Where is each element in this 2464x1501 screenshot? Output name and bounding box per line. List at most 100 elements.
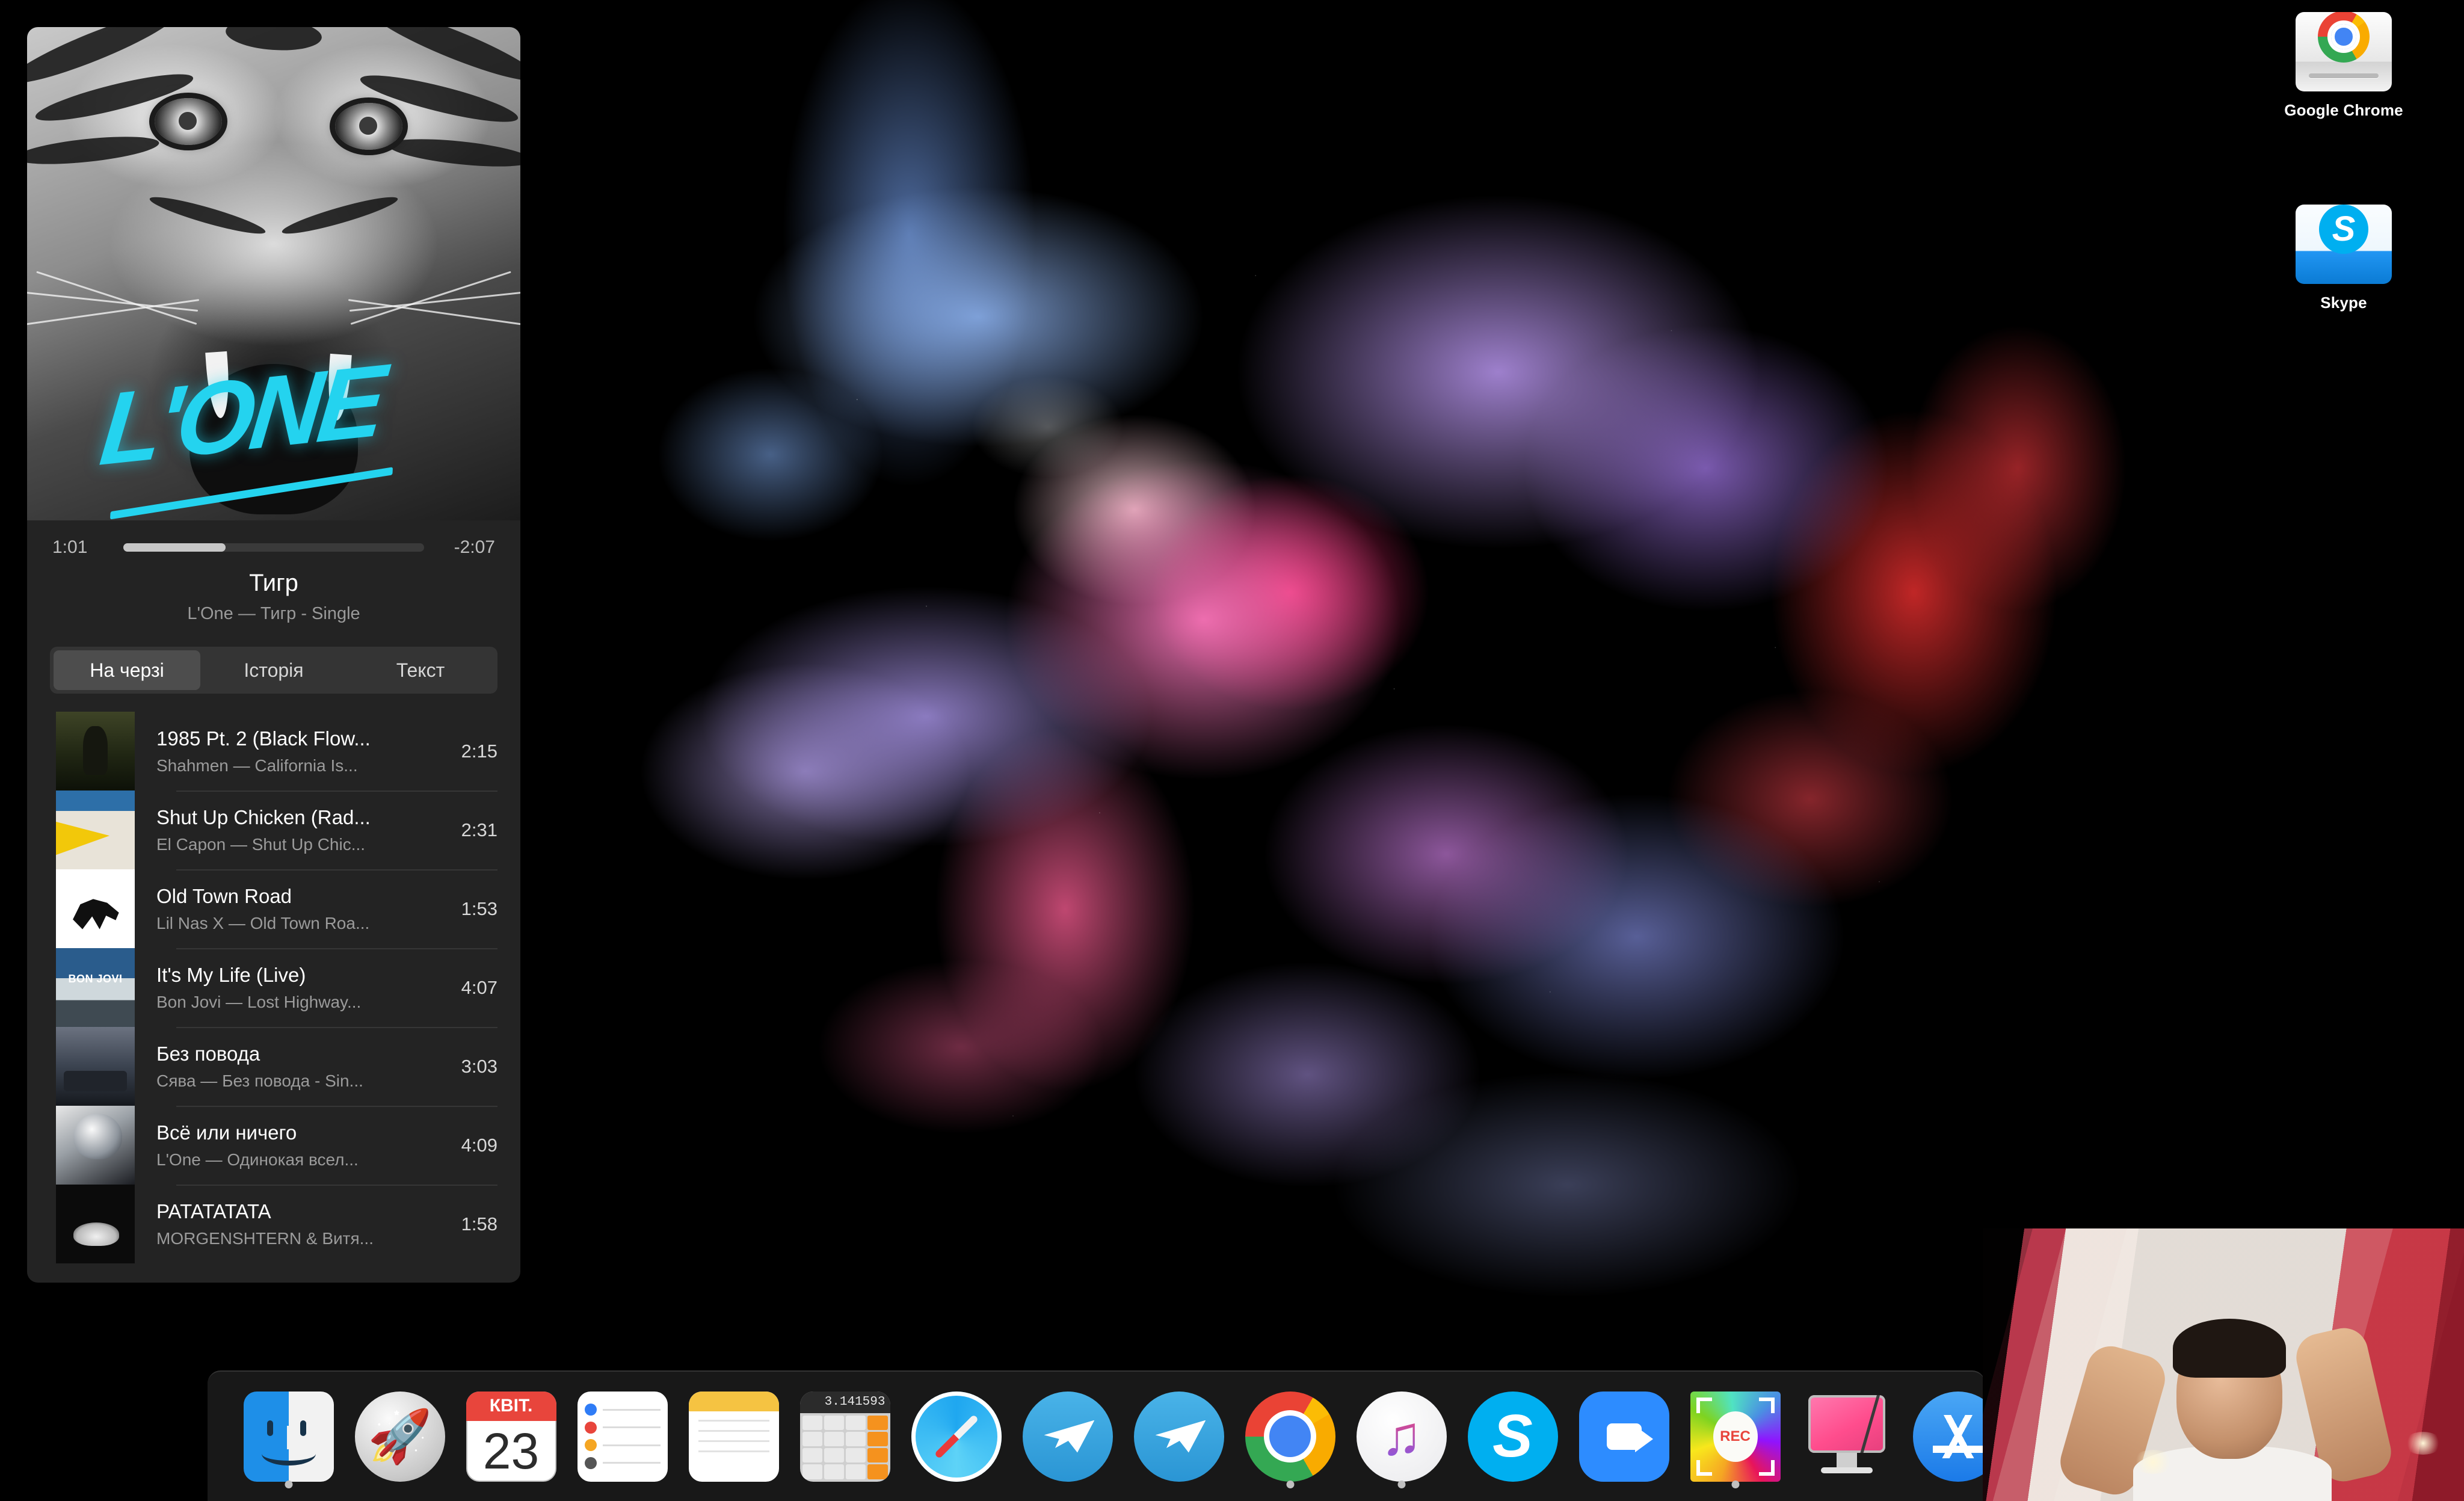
running-indicator xyxy=(1286,1481,1294,1488)
song-artist-album: L'One — Тигр - Single xyxy=(45,604,502,624)
playback-scrubber[interactable] xyxy=(123,543,424,552)
chrome-logo-icon xyxy=(2318,12,2370,63)
calendar-day: 23 xyxy=(466,1421,556,1482)
tiger-eye-left-icon xyxy=(155,98,222,145)
dock-item-itunes[interactable]: ♫ xyxy=(1346,1381,1457,1492)
running-indicator xyxy=(285,1481,292,1488)
telegram-icon xyxy=(1023,1392,1113,1482)
album-thumbnail xyxy=(56,869,135,948)
skype-drive-icon: S xyxy=(2296,205,2392,284)
track-row[interactable]: Всё или ничего L'One — Одинокая всел... … xyxy=(27,1106,520,1185)
album-thumbnail xyxy=(56,712,135,791)
webcam-overlay[interactable] xyxy=(1983,1228,2464,1501)
skype-logo-icon: S xyxy=(2319,205,2368,254)
elapsed-time: 1:01 xyxy=(52,537,108,558)
track-artist-album: Bon Jovi — Lost Highway... xyxy=(156,993,446,1012)
desktop-icon-label: Skype xyxy=(2253,294,2434,312)
album-thumbnail xyxy=(56,1027,135,1106)
track-title: Shut Up Chicken (Rad... xyxy=(156,806,446,829)
webcam-light-glare-left xyxy=(2132,1450,2174,1474)
webcam-hair xyxy=(2173,1319,2286,1378)
calendar-month: КВІТ. xyxy=(466,1392,556,1422)
notes-icon xyxy=(689,1392,779,1482)
album-thumbnail xyxy=(56,948,135,1027)
dock-item-reminders[interactable] xyxy=(567,1381,678,1492)
tab-lyrics[interactable]: Текст xyxy=(347,650,494,690)
calculator-display: 3.141593 xyxy=(800,1392,890,1413)
track-row[interactable]: 1985 Pt. 2 (Black Flow... Shahmen — Cali… xyxy=(27,712,520,791)
track-duration: 1:58 xyxy=(446,1213,497,1235)
itunes-miniplayer-window[interactable]: L'ONE 1:01 -2:07 Тигр L'One — Тигр - Sin… xyxy=(27,27,520,1283)
webcam-light-glare-right xyxy=(2404,1432,2442,1455)
track-duration: 4:09 xyxy=(446,1135,497,1156)
dock-item-calculator[interactable]: 3.141593 xyxy=(789,1381,901,1492)
track-row[interactable]: Без повода Сява — Без повода - Sin... 3:… xyxy=(27,1027,520,1106)
track-title: PATATATATA xyxy=(156,1200,446,1223)
display-monitor-icon xyxy=(1802,1392,1892,1482)
track-duration: 1:53 xyxy=(446,898,497,920)
calculator-icon: 3.141593 xyxy=(800,1392,890,1482)
reminders-icon xyxy=(578,1392,668,1482)
track-duration: 4:07 xyxy=(446,977,497,999)
track-title: 1985 Pt. 2 (Black Flow... xyxy=(156,727,446,750)
desktop-icon-label: Google Chrome xyxy=(2253,101,2434,120)
chrome-icon xyxy=(1245,1392,1335,1482)
dock-item-telegram[interactable] xyxy=(1012,1381,1123,1492)
song-title: Тигр xyxy=(45,570,502,597)
dock-item-telegram-desktop[interactable] xyxy=(1123,1381,1234,1492)
rec-badge: REC xyxy=(1713,1411,1758,1462)
track-artist-album: El Capon — Shut Up Chic... xyxy=(156,835,446,854)
up-next-track-list[interactable]: 1985 Pt. 2 (Black Flow... Shahmen — Cali… xyxy=(27,712,520,1263)
telegram-desktop-icon xyxy=(1134,1392,1224,1482)
track-row[interactable]: Shut Up Chicken (Rad... El Capon — Shut … xyxy=(27,791,520,869)
dock-item-finder[interactable] xyxy=(233,1381,344,1492)
desktop: Google Chrome S Skype xyxy=(0,0,2464,1501)
lone-logo: L'ONE xyxy=(93,337,431,511)
dock-item-display[interactable] xyxy=(1791,1381,1902,1492)
running-indicator xyxy=(1397,1481,1405,1488)
dock-item-safari[interactable] xyxy=(901,1381,1012,1492)
track-artist-album: Сява — Без повода - Sin... xyxy=(156,1071,446,1091)
lone-logo-text: L'ONE xyxy=(95,343,386,487)
finder-icon xyxy=(244,1392,334,1482)
dock-item-zoom[interactable] xyxy=(1568,1381,1680,1492)
dock-item-skype[interactable]: S xyxy=(1457,1381,1568,1492)
dock-item-calendar[interactable]: КВІТ. 23 xyxy=(455,1381,567,1492)
track-artist-album: MORGENSHTERN & Витя... xyxy=(156,1229,446,1248)
tab-history[interactable]: Історія xyxy=(200,650,347,690)
track-duration: 3:03 xyxy=(446,1056,497,1077)
dock-item-notes[interactable] xyxy=(678,1381,789,1492)
dock-item-screen-recorder[interactable]: REC xyxy=(1680,1381,1791,1492)
dock[interactable]: 🚀 КВІТ. 23 3.141593 xyxy=(208,1370,1985,1501)
dock-item-launchpad[interactable]: 🚀 xyxy=(344,1381,455,1492)
track-artist-album: Shahmen — California Is... xyxy=(156,756,446,775)
dock-item-google-chrome[interactable] xyxy=(1234,1381,1346,1492)
track-row[interactable]: Old Town Road Lil Nas X — Old Town Roa..… xyxy=(27,869,520,948)
chrome-drive-icon xyxy=(2296,12,2392,91)
track-title: It's My Life (Live) xyxy=(156,964,446,987)
running-indicator xyxy=(1731,1481,1739,1488)
playback-progress-fill xyxy=(123,543,226,552)
skype-icon: S xyxy=(1468,1392,1558,1482)
remaining-time: -2:07 xyxy=(440,537,495,558)
track-duration: 2:31 xyxy=(446,819,497,841)
track-artist-album: L'One — Одинокая всел... xyxy=(156,1150,446,1170)
track-duration: 2:15 xyxy=(446,741,497,762)
album-thumbnail xyxy=(56,791,135,869)
desktop-wallpaper xyxy=(493,0,2226,1378)
tab-up-next[interactable]: На черзі xyxy=(54,650,200,690)
calendar-icon: КВІТ. 23 xyxy=(466,1392,556,1482)
itunes-music-note-icon: ♫ xyxy=(1357,1392,1447,1482)
album-artwork[interactable]: L'ONE xyxy=(27,27,520,520)
screen-recorder-icon: REC xyxy=(1690,1392,1781,1482)
desktop-icon-skype[interactable]: S Skype xyxy=(2253,205,2434,312)
album-thumbnail xyxy=(56,1185,135,1263)
track-title: Всё или ничего xyxy=(156,1121,446,1144)
now-playing-info: Тигр L'One — Тигр - Single xyxy=(27,561,520,624)
track-title: Old Town Road xyxy=(156,885,446,908)
track-row[interactable]: PATATATATA MORGENSHTERN & Витя... 1:58 xyxy=(27,1185,520,1263)
track-row[interactable]: It's My Life (Live) Bon Jovi — Lost High… xyxy=(27,948,520,1027)
desktop-icon-google-chrome[interactable]: Google Chrome xyxy=(2253,12,2434,120)
zoom-camera-icon xyxy=(1579,1392,1669,1482)
tiger-eye-right-icon xyxy=(335,103,402,150)
